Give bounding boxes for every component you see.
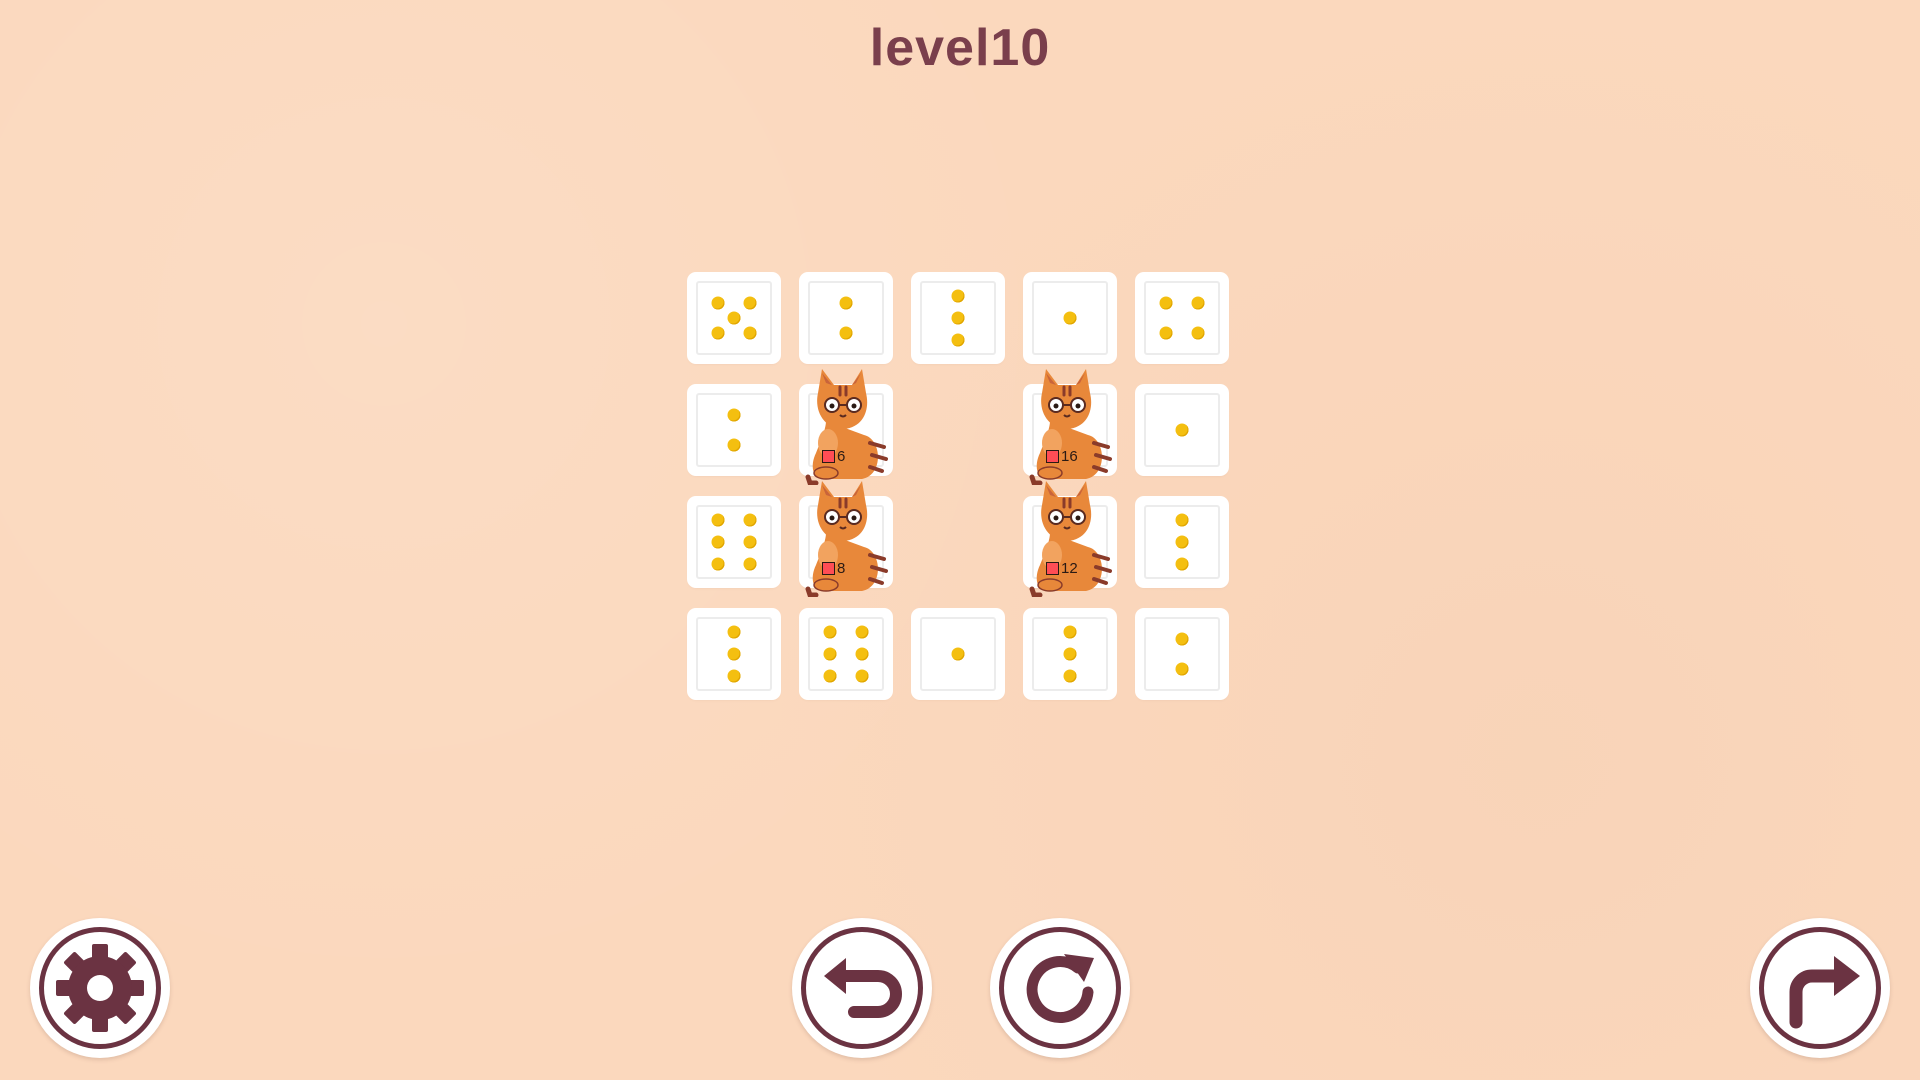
skip-forward-arrow-icon xyxy=(1789,956,1860,1029)
pip xyxy=(1063,311,1077,325)
pip xyxy=(727,669,741,683)
cat-icon xyxy=(1029,481,1112,598)
pip xyxy=(823,647,837,661)
pip xyxy=(711,535,725,549)
cat-icon xyxy=(1029,369,1112,486)
cat-count-value: 6 xyxy=(837,448,846,465)
pip xyxy=(1175,632,1189,646)
pip xyxy=(823,625,837,639)
pip xyxy=(727,311,741,325)
pip xyxy=(1063,647,1077,661)
die-tile[interactable] xyxy=(1026,611,1114,697)
pip xyxy=(743,535,757,549)
cat-piece[interactable]: 16 xyxy=(1028,365,1112,486)
pip xyxy=(855,647,869,661)
pip xyxy=(823,669,837,683)
die-tile[interactable] xyxy=(802,275,890,361)
pip xyxy=(1159,296,1173,310)
pip xyxy=(711,557,725,571)
settings-button[interactable] xyxy=(30,918,170,1058)
die-counter-icon xyxy=(1046,562,1059,575)
game-board: 6 8 16 12 xyxy=(690,275,1230,705)
skip-level-button[interactable] xyxy=(1750,918,1890,1058)
die-tile[interactable] xyxy=(690,387,778,473)
pip xyxy=(951,333,965,347)
cat-icon xyxy=(805,481,888,598)
pip xyxy=(1175,513,1189,527)
die-tile[interactable] xyxy=(1138,499,1226,585)
die-tile[interactable] xyxy=(690,611,778,697)
die-tile[interactable] xyxy=(1138,387,1226,473)
pip xyxy=(951,289,965,303)
pip xyxy=(743,296,757,310)
die-counter-icon xyxy=(822,562,835,575)
cat-piece[interactable]: 12 xyxy=(1028,477,1112,598)
gear-icon xyxy=(56,944,144,1032)
cat-icon xyxy=(805,369,888,486)
tile-frame xyxy=(696,505,772,579)
pip xyxy=(711,513,725,527)
pip xyxy=(951,647,965,661)
die-tile[interactable] xyxy=(914,611,1002,697)
pip xyxy=(1175,535,1189,549)
pip xyxy=(711,296,725,310)
die-tile[interactable] xyxy=(1138,275,1226,361)
die-tile[interactable] xyxy=(1026,275,1114,361)
die-counter-icon xyxy=(822,450,835,463)
tile-frame xyxy=(1144,281,1220,355)
pip xyxy=(743,513,757,527)
pip xyxy=(727,438,741,452)
pip xyxy=(1175,662,1189,676)
cat-count-value: 8 xyxy=(837,560,846,577)
tile-frame xyxy=(696,393,772,467)
pip xyxy=(839,296,853,310)
cat-dice-counter: 8 xyxy=(822,560,845,577)
undo-button[interactable] xyxy=(792,918,932,1058)
pip xyxy=(1063,669,1077,683)
level-title: level10 xyxy=(869,19,1051,77)
pip xyxy=(727,408,741,422)
die-tile[interactable] xyxy=(802,611,890,697)
pip xyxy=(1175,423,1189,437)
pip xyxy=(727,647,741,661)
cat-count-value: 12 xyxy=(1061,560,1078,577)
cat-piece[interactable]: 6 xyxy=(804,365,888,486)
pip xyxy=(1159,326,1173,340)
pip xyxy=(743,326,757,340)
pip xyxy=(711,326,725,340)
undo-arrow-icon xyxy=(824,958,902,1018)
tile-frame xyxy=(1144,617,1220,691)
die-tile[interactable] xyxy=(690,275,778,361)
cat-dice-counter: 6 xyxy=(822,448,845,465)
pip xyxy=(951,311,965,325)
cat-dice-counter: 16 xyxy=(1046,448,1078,465)
cat-count-value: 16 xyxy=(1061,448,1078,465)
cat-dice-counter: 12 xyxy=(1046,560,1078,577)
tile-frame xyxy=(808,281,884,355)
pip xyxy=(1175,557,1189,571)
pip xyxy=(1191,296,1205,310)
die-counter-icon xyxy=(1046,450,1059,463)
tile-frame xyxy=(808,617,884,691)
die-tile[interactable] xyxy=(914,275,1002,361)
restart-icon xyxy=(1026,954,1094,1023)
pip xyxy=(855,625,869,639)
restart-button[interactable] xyxy=(990,918,1130,1058)
die-tile[interactable] xyxy=(690,499,778,585)
pip xyxy=(743,557,757,571)
cat-piece[interactable]: 8 xyxy=(804,477,888,598)
pip xyxy=(839,326,853,340)
pip xyxy=(855,669,869,683)
pip xyxy=(1191,326,1205,340)
die-tile[interactable] xyxy=(1138,611,1226,697)
pip xyxy=(1063,625,1077,639)
pip xyxy=(727,625,741,639)
